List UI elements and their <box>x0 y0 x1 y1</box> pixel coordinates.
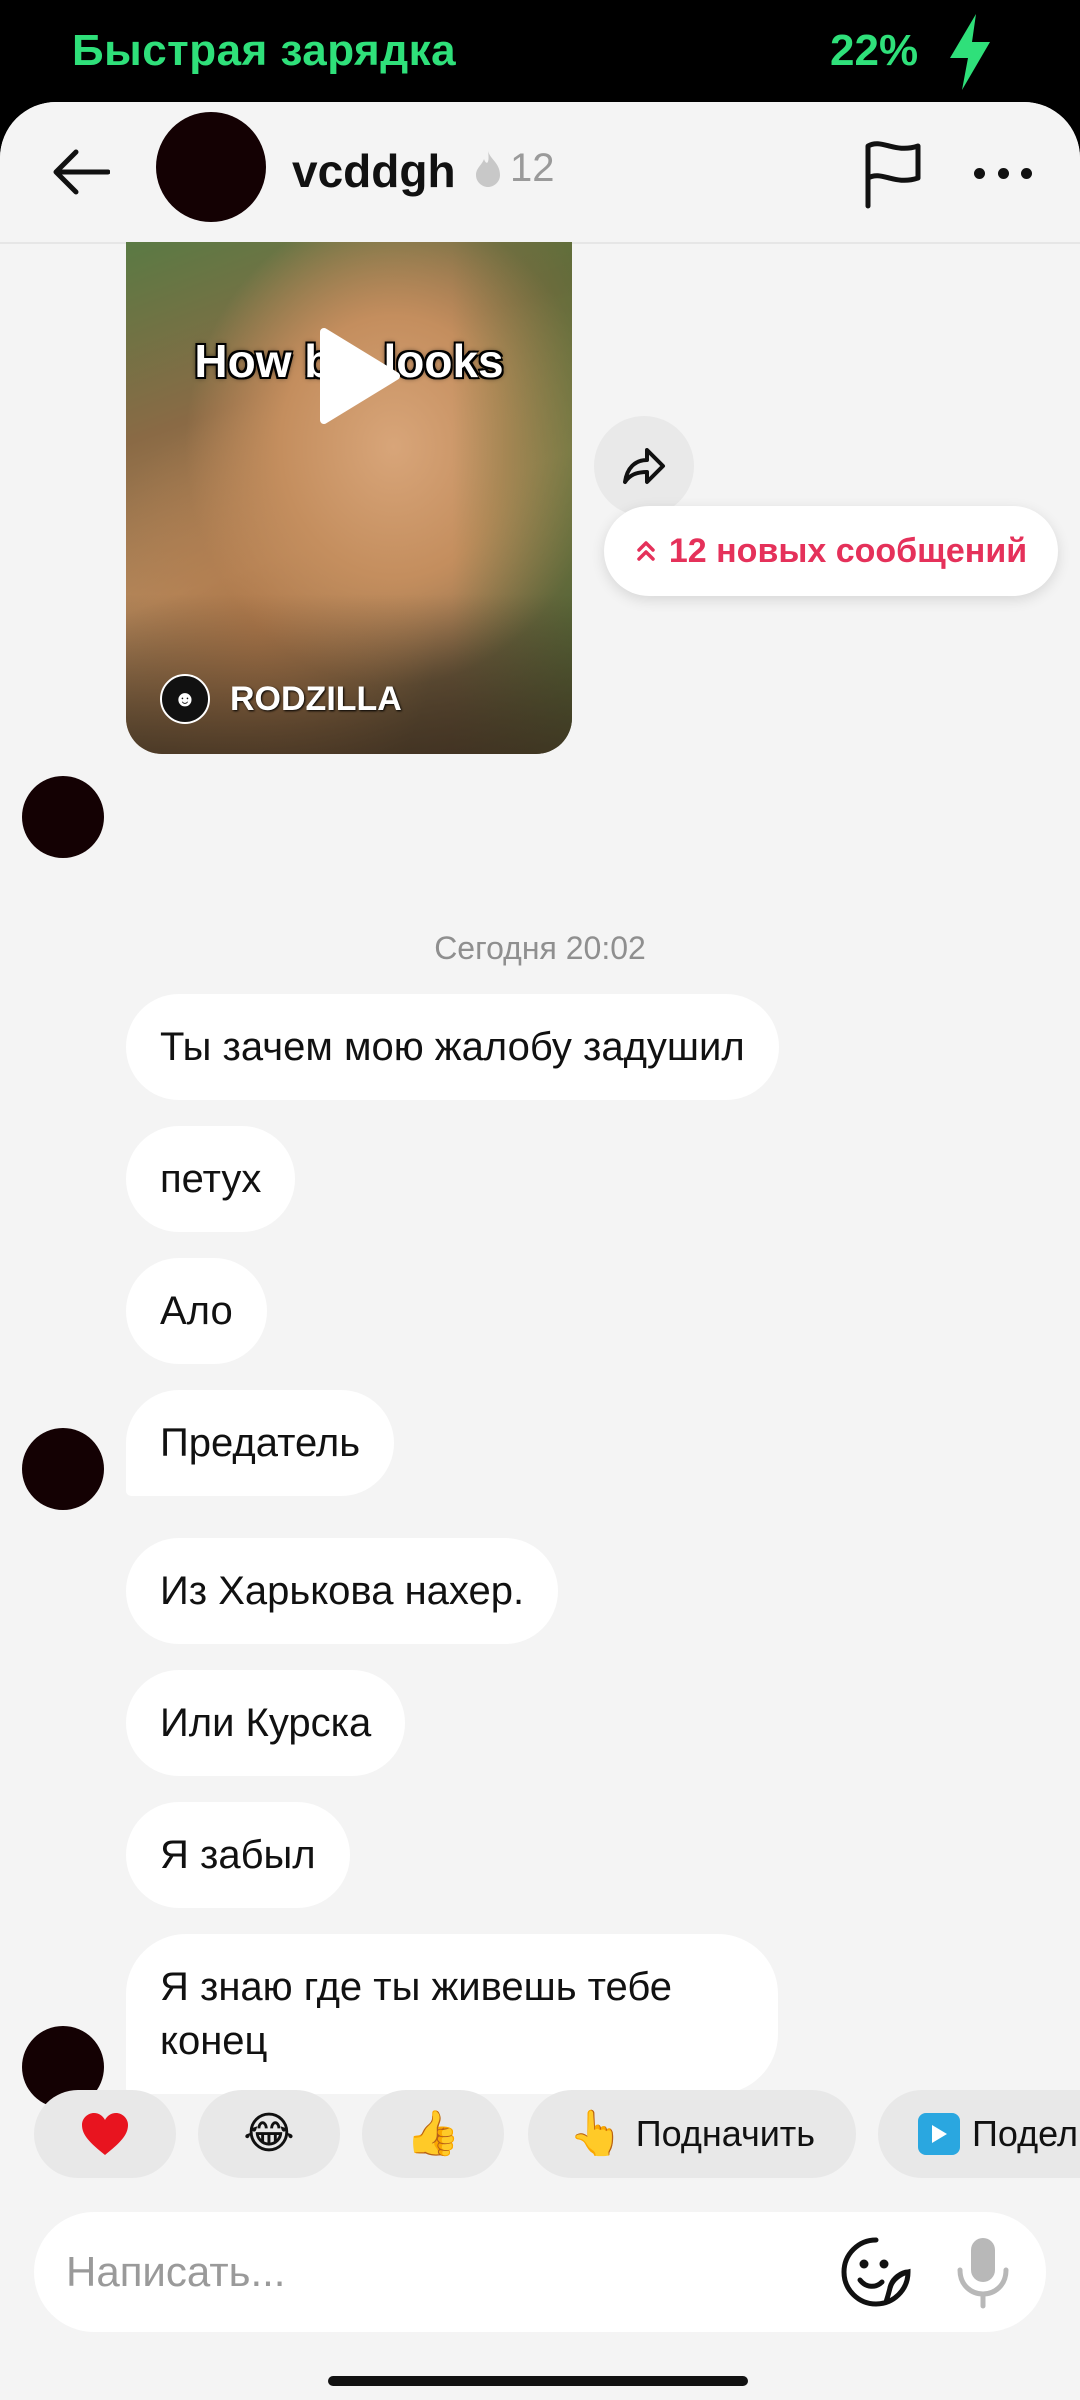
charging-status: Быстрая зарядка <box>72 26 457 75</box>
message-bubble[interactable]: Ало <box>126 1258 267 1364</box>
message-bubble[interactable]: Из Харькова нахер. <box>126 1538 559 1644</box>
laugh-emoji-icon: 😂 <box>243 2109 295 2158</box>
battery-percent: 22% <box>830 26 919 75</box>
share-video-button[interactable] <box>594 416 694 516</box>
double-chevron-up-icon <box>637 541 655 561</box>
nudge-label: Подначить <box>635 2113 816 2154</box>
flag-icon[interactable] <box>858 138 928 210</box>
back-button[interactable] <box>40 132 120 212</box>
share-arrow-icon <box>623 448 665 484</box>
new-messages-label: 12 новых сообщений <box>668 531 1028 570</box>
message-composer <box>34 2212 1046 2332</box>
message-bubble[interactable]: Ты зачем мою жалобу задушил <box>126 994 779 1100</box>
share-chip-label: Подел <box>972 2113 1078 2154</box>
streak-badge: 12 <box>472 146 555 191</box>
message-bubble[interactable]: Предатель <box>126 1390 395 1496</box>
message-bubble[interactable]: Я забыл <box>126 1802 350 1908</box>
sender-avatar[interactable] <box>22 1428 104 1510</box>
message-timestamp: Сегодня 20:02 <box>434 930 646 966</box>
microphone-icon[interactable] <box>952 2234 1014 2310</box>
play-square-icon <box>918 2113 960 2155</box>
video-brand: ☻ RODZILLA <box>160 674 402 724</box>
home-indicator[interactable] <box>328 2376 748 2386</box>
new-messages-button[interactable]: 12 новых сообщений <box>604 506 1058 596</box>
message-bubble[interactable]: петух <box>126 1126 296 1232</box>
message-input[interactable] <box>66 2242 826 2302</box>
sticker-icon[interactable] <box>840 2236 912 2308</box>
thumbs-up-icon: 👍 <box>405 2109 461 2158</box>
flame-icon <box>476 150 500 187</box>
back-arrow-icon <box>53 149 110 195</box>
message-bubble[interactable]: Или Курска <box>126 1670 406 1776</box>
message-bubble[interactable]: Я знаю где ты живешь тебе конец <box>126 1934 778 2094</box>
streak-count: 12 <box>510 146 555 190</box>
reaction-thumbsup-button[interactable]: 👍 <box>362 2090 504 2178</box>
reaction-heart-button[interactable] <box>34 2090 176 2178</box>
heart-icon <box>82 2113 128 2155</box>
pointing-up-icon: 👆 <box>568 2109 624 2158</box>
contact-name[interactable]: vcddgh <box>292 144 456 198</box>
chat-header: vcddgh 12 <box>0 102 1080 244</box>
more-icon <box>974 167 985 179</box>
status-bar: Быстрая зарядка 22% <box>0 0 1080 112</box>
charging-bolt-icon <box>950 14 990 90</box>
play-icon[interactable] <box>312 326 402 426</box>
chat-screen: vcddgh 12 How b looks ☻ RODZILLA 12 новы… <box>0 102 1080 2400</box>
more-options-button[interactable] <box>968 148 1038 198</box>
shared-video-card[interactable]: How b looks ☻ RODZILLA <box>126 242 572 754</box>
share-chip-button[interactable]: Подел <box>878 2090 1080 2178</box>
brand-name: RODZILLA <box>230 679 402 718</box>
reaction-laugh-button[interactable]: 😂 <box>198 2090 340 2178</box>
sender-avatar[interactable] <box>22 776 104 858</box>
message-list[interactable]: How b looks ☻ RODZILLA 12 новых сообщени… <box>0 242 1080 2184</box>
brand-logo-icon: ☻ <box>160 674 210 724</box>
contact-avatar[interactable] <box>156 112 266 222</box>
nudge-button[interactable]: 👆 Подначить <box>528 2090 856 2178</box>
quick-reactions-bar: 😂 👍 👆 Подначить Подел <box>0 2090 1080 2180</box>
